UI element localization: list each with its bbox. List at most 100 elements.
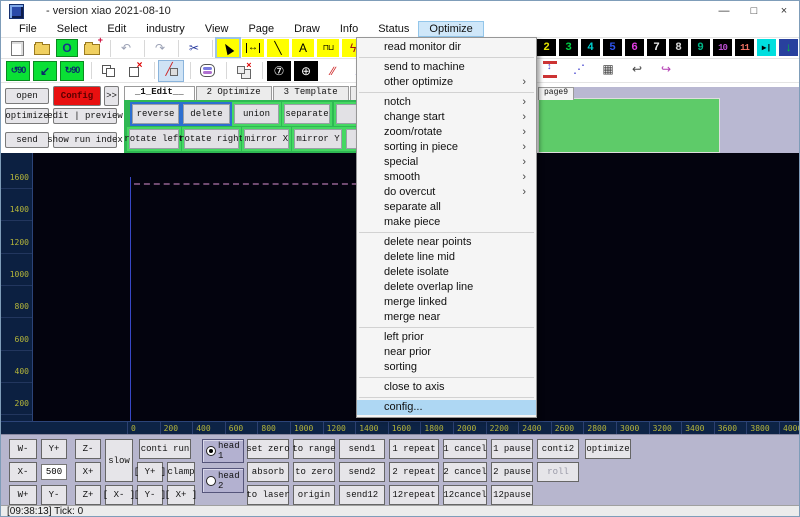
menu-item-special[interactable]: special › — [357, 155, 536, 170]
clamp-button[interactable]: clamp — [167, 462, 195, 482]
mirror-x-button[interactable]: mirror X — [244, 129, 289, 149]
corner-arc-icon[interactable]: ↪ — [655, 60, 677, 78]
menu-item-zoom-rotate[interactable]: zoom/rotate › — [357, 125, 536, 140]
x-plus-button[interactable]: X+ — [75, 462, 101, 482]
corner-line-icon[interactable]: ↩ — [626, 60, 648, 78]
menu-item-delete-isolate[interactable]: delete isolate — [357, 265, 536, 280]
separate-button[interactable]: separate — [284, 104, 330, 124]
w-minus-button[interactable]: W- — [9, 439, 37, 459]
head-7-icon[interactable]: ⑦ — [267, 60, 291, 81]
conti2-button[interactable]: conti2 — [537, 439, 579, 459]
send1-button[interactable]: send1 — [339, 439, 385, 459]
12repeat-button[interactable]: 12repeat — [389, 485, 439, 505]
menu-item-separate-all[interactable]: separate all — [357, 200, 536, 215]
cut-icon[interactable]: ✂ — [183, 39, 205, 57]
2-repeat-button[interactable]: 2 repeat — [389, 462, 439, 482]
rotate-90-right-icon[interactable]: ↻90 — [60, 60, 84, 81]
head2-radio[interactable]: head 2 — [202, 468, 244, 493]
optimize-button[interactable]: optimize — [5, 108, 49, 124]
rotate-left-button[interactable]: rotate left — [124, 129, 184, 149]
layer-5-button[interactable]: 5 — [603, 39, 622, 56]
tab-page9[interactable]: page9 — [538, 87, 575, 100]
x-minus-button[interactable]: X- — [9, 462, 37, 482]
layer-10-button[interactable]: 10 — [713, 39, 732, 56]
menu-item-smooth[interactable]: smooth › — [357, 170, 536, 185]
layer-8-button[interactable]: 8 — [669, 39, 688, 56]
menu-item-near-prior[interactable]: near prior — [357, 345, 536, 360]
rounded-shape-icon[interactable] — [195, 61, 219, 81]
layer-6-button[interactable]: 6 — [625, 39, 644, 56]
menu-item-merge-near[interactable]: merge near — [357, 310, 536, 325]
menu-item-read-monitor-dir[interactable]: read monitor dir — [357, 40, 536, 55]
1-cancel-button[interactable]: 1 cancel — [443, 439, 487, 459]
measure-icon[interactable]: ↔ — [242, 39, 264, 57]
1-pause-button[interactable]: 1 pause — [491, 439, 533, 459]
show-run-index-button[interactable]: show run index — [47, 132, 123, 148]
more-button[interactable]: >> — [104, 86, 119, 106]
menu-item-delete-overlap-line[interactable]: delete overlap line — [357, 280, 536, 295]
bracket-x-plus-button[interactable]: [ X+ ] — [165, 485, 197, 505]
menu-item-make-piece[interactable]: make piece — [357, 215, 536, 230]
dot-slash-icon[interactable]: ⋰ — [568, 60, 590, 78]
menu-item-delete-line-mid[interactable]: delete line mid — [357, 250, 536, 265]
bracket-x-minus-button[interactable]: [ X- ] — [103, 485, 135, 505]
origin-button[interactable]: origin — [293, 485, 335, 505]
pattern-box-icon[interactable]: ▦ — [597, 60, 619, 78]
menu-item-left-prior[interactable]: left prior — [357, 330, 536, 345]
menu-item-config[interactable]: config... — [357, 400, 536, 415]
target-icon[interactable]: ⊕ — [294, 60, 318, 81]
menu-draw[interactable]: Draw — [284, 22, 330, 36]
2-pause-button[interactable]: 2 pause — [491, 462, 533, 482]
menu-item-merge-linked[interactable]: merge linked — [357, 295, 536, 310]
maximize-button[interactable]: □ — [739, 1, 769, 21]
undo-icon[interactable]: ↶ — [115, 39, 137, 57]
menu-item-other-optimize[interactable]: other optimize › — [357, 75, 536, 90]
menu-edit[interactable]: Edit — [97, 22, 136, 36]
menu-optimize[interactable]: Optimize — [418, 21, 484, 37]
delete-button[interactable]: delete — [183, 104, 230, 124]
tab-1-edit[interactable]: _1_Edit__ — [124, 86, 195, 100]
y-minus-button[interactable]: Y- — [41, 485, 67, 505]
open-add-icon[interactable] — [81, 36, 103, 57]
send-button[interactable]: send — [5, 132, 49, 148]
menu-item-close-to-axis[interactable]: close to axis — [357, 380, 536, 395]
y-plus-button[interactable]: Y+ — [41, 439, 67, 459]
2-cancel-button[interactable]: 2 cancel — [443, 462, 487, 482]
mirror-y-button[interactable]: mirror Y — [294, 129, 342, 149]
12cancel-button[interactable]: 12cancel — [443, 485, 487, 505]
toggle-guides-icon[interactable] — [158, 59, 184, 82]
bracket-y-plus-button[interactable]: [ Y+ ] — [134, 462, 166, 482]
open-folder-icon[interactable] — [31, 39, 53, 57]
menu-item-do-overcut[interactable]: do overcut › — [357, 185, 536, 200]
menu-item-sorting-in-piece[interactable]: sorting in piece › — [357, 140, 536, 155]
open-button[interactable]: open — [5, 88, 49, 104]
bracket-y-minus-button[interactable]: [ Y- ] — [134, 485, 166, 505]
play-button[interactable]: ▶| — [757, 39, 776, 56]
menu-item-notch[interactable]: notch › — [357, 95, 536, 110]
rotate-right-button[interactable]: rotate right — [179, 129, 244, 149]
edit-preview-button[interactable]: edit | preview — [47, 108, 123, 124]
tab-3-template[interactable]: 3 Template — [272, 86, 349, 100]
minimize-button[interactable]: — — [709, 1, 739, 21]
config-button[interactable]: Config — [53, 86, 101, 106]
text-tool-icon[interactable]: A — [292, 39, 314, 57]
layer-2-button[interactable]: 2 — [537, 39, 556, 56]
12pause-button[interactable]: 12pause — [491, 485, 533, 505]
send2-button[interactable]: send2 — [339, 462, 385, 482]
z-minus-button[interactable]: Z- — [75, 439, 101, 459]
select-cursor-icon[interactable] — [215, 37, 241, 59]
menu-page[interactable]: Page — [238, 22, 284, 36]
circle-tool-icon[interactable]: O — [56, 39, 78, 57]
new-file-icon[interactable] — [6, 39, 28, 57]
line-tool-icon[interactable]: ╲ — [267, 39, 289, 57]
hatch-red-icon[interactable]: ∕∕ — [321, 61, 345, 81]
feed-value-input[interactable] — [41, 464, 67, 480]
menu-item-sorting[interactable]: sorting — [357, 360, 536, 375]
1-repeat-button[interactable]: 1 repeat — [389, 439, 439, 459]
absorb-button[interactable]: absorb — [247, 462, 289, 482]
menu-item-delete-near-points[interactable]: delete near points — [357, 235, 536, 250]
to-zero-button[interactable]: to zero — [293, 462, 335, 482]
menu-select[interactable]: Select — [47, 22, 98, 36]
conti-run-button[interactable]: conti run — [139, 439, 191, 459]
copy-delete-icon[interactable] — [123, 60, 147, 81]
